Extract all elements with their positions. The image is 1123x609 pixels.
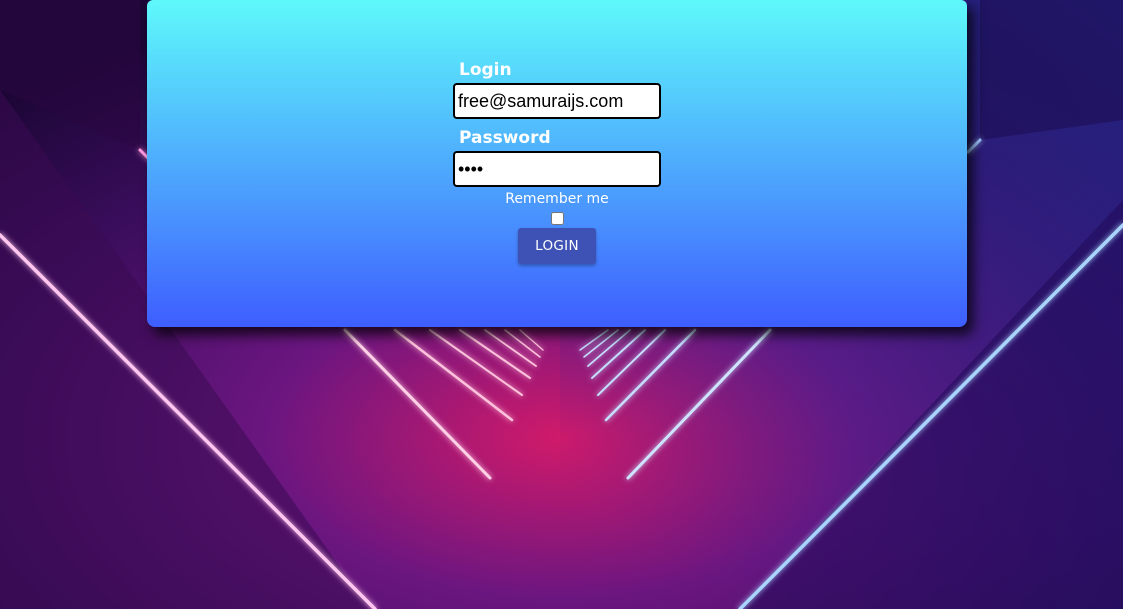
remember-me-label: Remember me: [505, 191, 609, 207]
remember-me-group: Remember me: [453, 191, 661, 225]
login-card: Login Password Remember me LOGIN: [147, 0, 967, 327]
login-button[interactable]: LOGIN: [518, 228, 596, 264]
password-input[interactable]: [453, 151, 661, 187]
remember-me-checkbox[interactable]: [550, 212, 564, 225]
password-label: Password: [459, 128, 551, 148]
login-form: Login Password Remember me LOGIN: [453, 58, 661, 264]
login-email-input[interactable]: [453, 83, 661, 119]
login-label: Login: [459, 60, 512, 80]
